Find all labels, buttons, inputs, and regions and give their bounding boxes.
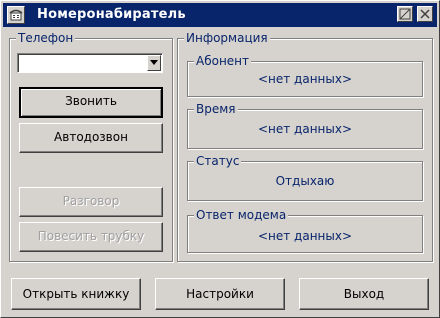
phone-number-combobox[interactable] [17, 53, 163, 73]
time-frame: Время <нет данных> [187, 102, 423, 149]
open-book-button-label: Открыть книжку [22, 287, 130, 301]
talk-button-label: Разговор [62, 194, 120, 208]
dialer-window: Номеронабиратель Телефон Звонить Автодоз… [0, 0, 440, 318]
chevron-down-icon [150, 60, 158, 65]
settings-button[interactable]: Настройки [155, 278, 285, 310]
hangup-button[interactable]: Повесить трубку [19, 222, 163, 252]
modem-reply-value: <нет данных> [257, 229, 353, 243]
close-icon [420, 9, 430, 19]
status-value: Отдыхаю [275, 174, 335, 188]
combobox-dropdown-button[interactable] [147, 55, 161, 71]
autodial-button[interactable]: Автодозвон [19, 123, 163, 153]
modem-reply-label: Ответ модема [194, 208, 289, 222]
time-label: Время [194, 102, 238, 116]
subscriber-label: Абонент [194, 54, 252, 68]
exit-button-label: Выход [343, 287, 385, 301]
close-button[interactable] [417, 6, 433, 22]
time-value: <нет данных> [257, 122, 353, 136]
subscriber-frame: Абонент <нет данных> [187, 54, 423, 97]
talk-button[interactable]: Разговор [19, 187, 163, 217]
phone-group-label: Телефон [16, 31, 76, 45]
autodial-button-label: Автодозвон [54, 130, 128, 144]
call-button-label: Звонить [65, 94, 117, 108]
status-frame: Статус Отдыхаю [187, 154, 423, 201]
call-button[interactable]: Звонить [19, 87, 163, 118]
exit-button[interactable]: Выход [299, 278, 429, 310]
maximize-icon [399, 8, 411, 20]
window-title: Номеронабиратель [37, 7, 186, 22]
subscriber-value: <нет данных> [257, 72, 353, 86]
info-group-label: Информация [184, 31, 270, 45]
settings-button-label: Настройки [186, 287, 254, 301]
maximize-button[interactable] [397, 6, 413, 22]
modem-reply-frame: Ответ модема <нет данных> [187, 208, 423, 253]
open-book-button[interactable]: Открыть книжку [11, 278, 141, 310]
title-bar[interactable]: Номеронабиратель [3, 3, 437, 27]
phone-icon[interactable] [7, 6, 25, 24]
hangup-button-label: Повесить трубку [37, 229, 145, 243]
status-label: Статус [194, 154, 242, 168]
